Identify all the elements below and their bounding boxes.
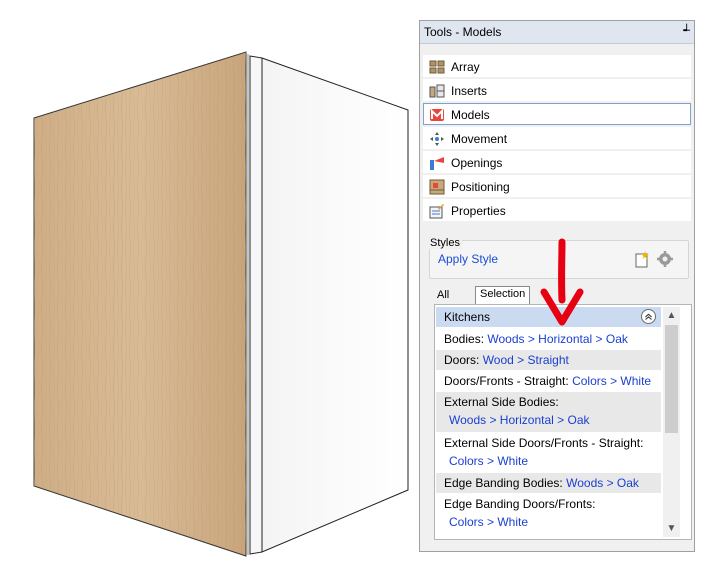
row-value-link[interactable]: Colors > White	[444, 511, 661, 529]
apply-style-link[interactable]: Apply Style	[438, 252, 498, 266]
tool-label: Array	[451, 60, 480, 74]
list-item: External Side Bodies: Woods > Horizontal…	[436, 392, 661, 432]
row-key: Bodies:	[444, 332, 485, 346]
red-arrow-annotation	[540, 238, 584, 326]
tool-label: Properties	[451, 204, 506, 218]
row-value-link[interactable]: Woods > Horizontal > Oak	[487, 332, 628, 346]
list-item: External Side Doors/Fronts - Straight: C…	[436, 433, 661, 473]
group-label: Kitchens	[444, 310, 491, 324]
row-value-link[interactable]: Woods > Oak	[566, 476, 639, 490]
row-key: Edge Banding Doors/Fronts:	[444, 497, 596, 511]
style-list: Kitchens Bodies: Woods > Horizontal > Oa…	[434, 304, 692, 540]
tool-item-inserts[interactable]: Inserts	[423, 79, 691, 101]
list-item: Edge Banding Bodies: Woods > Oak	[436, 473, 661, 493]
row-key: External Side Bodies:	[444, 395, 559, 409]
array-icon	[429, 60, 445, 74]
tool-label: Inserts	[451, 84, 488, 98]
models-icon	[430, 108, 444, 121]
properties-icon	[429, 204, 444, 219]
list-item: Edge Banding Doors/Fronts: Colors > Whit…	[436, 494, 661, 534]
tool-item-properties[interactable]: Properties	[423, 199, 691, 221]
tool-label: Movement	[451, 132, 508, 146]
tab-all[interactable]: All	[437, 289, 449, 301]
tool-item-models[interactable]: Models	[423, 103, 691, 125]
collapse-icon[interactable]	[641, 309, 656, 324]
tab-selection[interactable]: Selection	[475, 286, 531, 304]
gear-icon[interactable]	[656, 250, 674, 268]
movement-icon	[430, 132, 444, 146]
scroll-thumb[interactable]	[665, 325, 678, 433]
tool-label: Models	[451, 108, 490, 122]
tool-item-positioning[interactable]: Positioning	[423, 175, 691, 197]
pin-icon[interactable]: ┵	[683, 24, 690, 37]
row-value-link[interactable]: Colors > White	[572, 374, 651, 388]
row-key: Doors/Fronts - Straight:	[444, 374, 569, 388]
panel-title: Tools - Models	[424, 25, 502, 39]
openings-icon	[430, 157, 444, 170]
row-value-link[interactable]: Wood > Straight	[483, 353, 569, 367]
tool-label: Positioning	[451, 180, 510, 194]
cabinet-side-panel	[261, 57, 409, 553]
tool-item-openings[interactable]: Openings	[423, 151, 691, 173]
list-item: Doors/Fronts - Straight: Colors > White	[436, 371, 661, 391]
list-scrollbar[interactable]: ▲ ▼	[663, 307, 680, 537]
list-item: Bodies: Woods > Horizontal > Oak	[436, 329, 661, 349]
new-style-icon[interactable]	[633, 250, 651, 268]
row-value-link[interactable]: Woods > Horizontal > Oak	[444, 409, 661, 427]
tool-item-movement[interactable]: Movement	[423, 127, 691, 149]
cabinet-3d-view	[33, 51, 409, 557]
row-key: Doors:	[444, 353, 480, 367]
tool-label: Openings	[451, 156, 503, 170]
list-item: Doors: Wood > Straight	[436, 350, 661, 370]
panel-title-bar: Tools - Models ┵	[420, 21, 694, 44]
cabinet-door-edge	[249, 55, 263, 555]
positioning-icon	[429, 179, 445, 195]
row-key: Edge Banding Bodies:	[444, 476, 563, 490]
tool-item-array[interactable]: Array	[423, 55, 691, 77]
row-value-link[interactable]: Colors > White	[444, 450, 661, 468]
scroll-up-icon[interactable]: ▲	[663, 307, 680, 324]
row-key: External Side Doors/Fronts - Straight:	[444, 436, 644, 450]
inserts-icon	[429, 84, 445, 98]
scroll-down-icon[interactable]: ▼	[663, 520, 680, 537]
styles-legend: Styles	[428, 237, 462, 249]
